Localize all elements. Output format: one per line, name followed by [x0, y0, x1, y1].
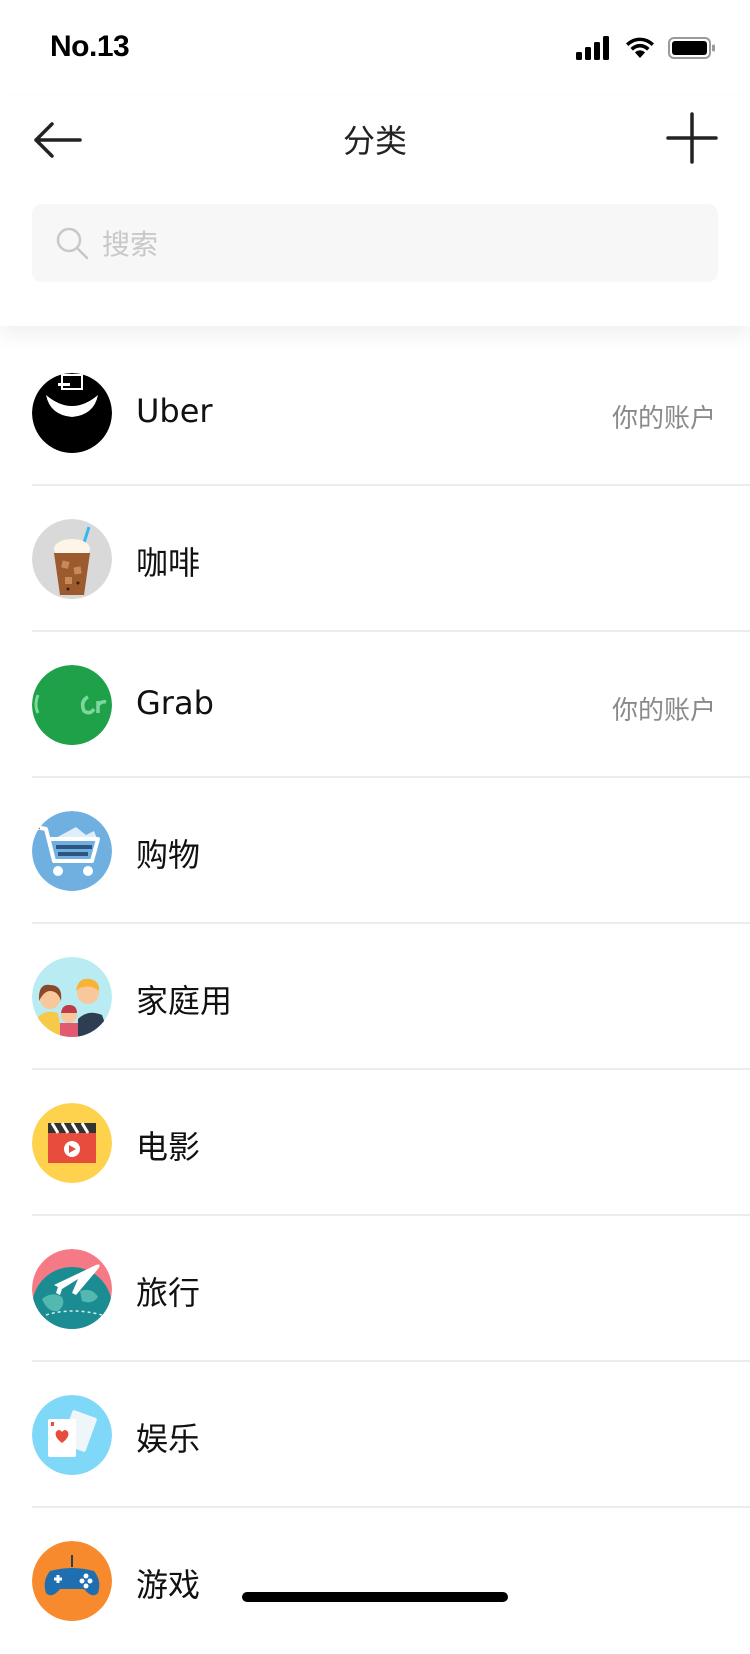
- iced-coffee-icon: [32, 519, 112, 599]
- search-input[interactable]: 搜索: [32, 204, 718, 282]
- category-label: 娱乐: [136, 1420, 201, 1458]
- home-indicator[interactable]: [242, 1592, 508, 1602]
- uber-logo-icon: [32, 373, 112, 453]
- account-link[interactable]: 你的账户: [612, 690, 716, 727]
- list-item-uber[interactable]: Uber 你的账户: [0, 340, 750, 486]
- search-icon: [56, 227, 89, 260]
- category-label: 咖啡: [136, 544, 201, 582]
- grab-logo-icon: [32, 665, 112, 745]
- airplane-globe-icon: [32, 1249, 112, 1329]
- plus-icon: [666, 112, 718, 164]
- gamepad-icon: [32, 1541, 112, 1621]
- category-label: 购物: [136, 836, 201, 874]
- category-label: 电影: [136, 1128, 201, 1166]
- add-category-button[interactable]: [660, 106, 724, 170]
- list-item-movies[interactable]: 电影: [0, 1070, 750, 1216]
- list-item-entertainment[interactable]: 娱乐: [0, 1362, 750, 1508]
- category-label: 家庭用: [136, 982, 233, 1020]
- list-item-grab[interactable]: Grab 你的账户: [0, 632, 750, 778]
- status-icons: [576, 34, 716, 62]
- list-item-shopping[interactable]: 购物: [0, 778, 750, 924]
- list-item-games[interactable]: 游戏: [0, 1508, 750, 1654]
- playing-cards-icon: [32, 1395, 112, 1475]
- category-label: Uber: [136, 392, 213, 430]
- list-item-travel[interactable]: 旅行: [0, 1216, 750, 1362]
- wifi-icon: [626, 37, 654, 58]
- cellular-signal-icon: [576, 36, 609, 60]
- account-link[interactable]: 你的账户: [612, 398, 716, 435]
- page-title: 分类: [342, 122, 407, 160]
- shopping-cart-icon: [32, 811, 112, 891]
- status-time: No.13: [50, 30, 130, 63]
- header: 分类 搜索: [0, 96, 750, 326]
- search-placeholder: 搜索: [102, 228, 159, 261]
- status-bar: No.13: [0, 0, 750, 96]
- category-label: Grab: [136, 684, 214, 722]
- list-item-family[interactable]: 家庭用: [0, 924, 750, 1070]
- category-label: 游戏: [136, 1566, 201, 1604]
- category-label: 旅行: [136, 1274, 201, 1312]
- category-list: Uber 你的账户 咖啡 Grab 你的账户 购物 家庭用 电影 旅行 娱乐 游…: [0, 340, 750, 1654]
- family-icon: [32, 957, 112, 1037]
- list-item-coffee[interactable]: 咖啡: [0, 486, 750, 632]
- battery-icon: [668, 37, 715, 59]
- clapperboard-icon: [32, 1103, 112, 1183]
